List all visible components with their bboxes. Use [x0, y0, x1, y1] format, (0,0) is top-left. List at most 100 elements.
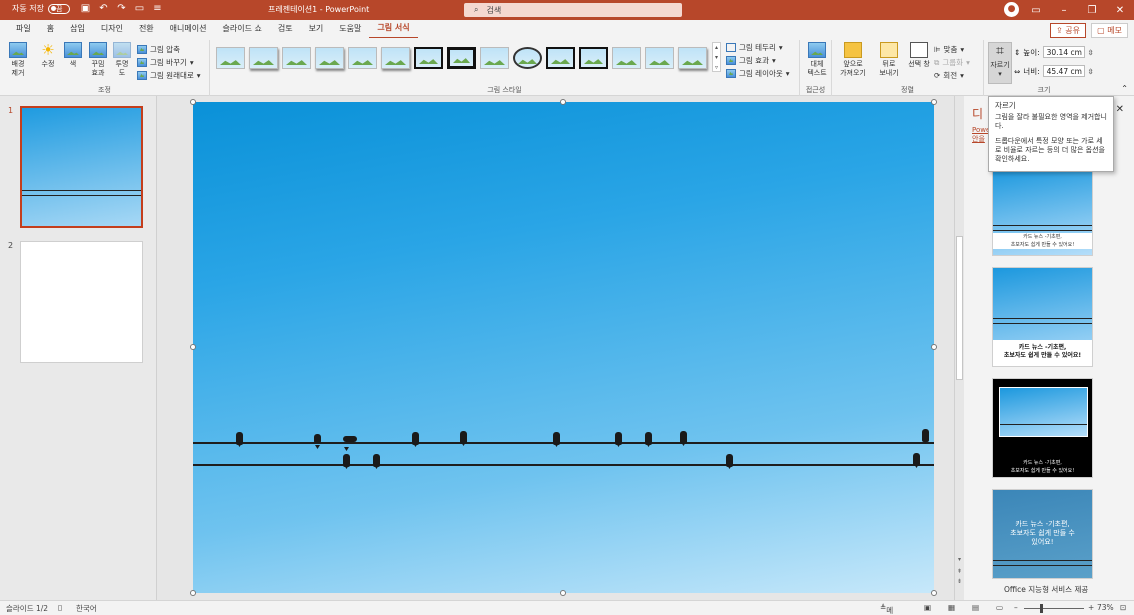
language-indicator[interactable]: 한국어 — [76, 603, 97, 614]
zoom-in-icon[interactable]: + — [1088, 603, 1094, 612]
tab-home[interactable]: 홈 — [39, 20, 62, 38]
style-thumb[interactable] — [447, 47, 476, 69]
width-input[interactable]: 45.47 cm — [1042, 65, 1085, 77]
autosave[interactable]: 자동 저장 끔 ▣ ↶ ↷ ▭ ≡ — [12, 3, 164, 14]
notes-button[interactable]: ≜ 메모 — [880, 603, 893, 615]
account-avatar[interactable]: ● — [1004, 2, 1019, 17]
search-box[interactable]: ⌕ 검색 — [464, 3, 682, 17]
save-icon[interactable]: ▣ — [78, 3, 92, 14]
alt-text-button[interactable]: 대체 텍스트 — [804, 42, 830, 78]
comments-button[interactable]: ▢ 메모 — [1091, 23, 1128, 38]
zoom-level[interactable]: 73% — [1097, 603, 1114, 612]
tab-file[interactable]: 파일 — [8, 20, 39, 38]
tab-insert[interactable]: 삽입 — [62, 20, 93, 38]
design-option-4[interactable]: 카드 뉴스 -기초편, 초보자도 쉽게 만들 수 있어요! — [992, 489, 1093, 579]
style-thumb[interactable] — [414, 47, 443, 69]
send-backward-button[interactable]: 뒤로 보내기 — [876, 42, 902, 78]
style-thumb[interactable] — [282, 47, 311, 69]
style-thumb[interactable] — [249, 47, 278, 69]
tab-help[interactable]: 도움말 — [331, 20, 369, 38]
slide-sorter-icon[interactable]: ▦ — [948, 603, 955, 612]
transparency-button[interactable]: 투명 도 — [111, 42, 133, 78]
zoom-slider[interactable] — [1024, 608, 1084, 609]
style-thumb[interactable] — [678, 47, 707, 69]
corrections-button[interactable]: ☀ 수정 — [36, 42, 60, 69]
presentation-icon[interactable]: ▭ — [132, 3, 146, 14]
scroll-down-icon[interactable]: ▾ — [955, 556, 964, 563]
redo-icon[interactable]: ↷ — [114, 3, 128, 14]
share-button[interactable]: ⇪ 공유 — [1050, 23, 1086, 38]
style-thumb[interactable] — [645, 47, 674, 69]
tab-animations[interactable]: 애니메이션 — [162, 20, 215, 38]
slide-thumbnail-1[interactable] — [20, 106, 143, 228]
style-thumb[interactable] — [579, 47, 608, 69]
next-slide-icon[interactable]: ⇟ — [955, 578, 964, 585]
change-picture-button[interactable]: 그림 바꾸기 ▾ — [137, 57, 194, 68]
style-thumb[interactable] — [612, 47, 641, 69]
style-thumb[interactable] — [381, 47, 410, 69]
align-button[interactable]: ⊫ 맞춤 ▾ — [934, 44, 964, 55]
tab-view[interactable]: 보기 — [301, 20, 332, 38]
resize-handle-n[interactable] — [560, 99, 566, 105]
resize-handle-w[interactable] — [190, 344, 196, 350]
selection-pane-button[interactable]: 선택 창 — [906, 42, 932, 69]
style-thumb[interactable] — [480, 47, 509, 69]
resize-handle-ne[interactable] — [931, 99, 937, 105]
resize-handle-s[interactable] — [560, 590, 566, 596]
style-thumb[interactable] — [216, 47, 245, 69]
crop-button[interactable]: ⌗ 자르기 ▾ — [988, 42, 1012, 84]
picture-effects-button[interactable]: 그림 효과 ▾ — [726, 55, 776, 66]
picture-layout-button[interactable]: 그림 레이아웃 ▾ — [726, 68, 790, 79]
tab-design[interactable]: 디자인 — [93, 20, 131, 38]
style-thumb[interactable] — [315, 47, 344, 69]
undo-icon[interactable]: ↶ — [96, 3, 110, 14]
resize-handle-se[interactable] — [931, 590, 937, 596]
design-option-2[interactable]: 카드 뉴스 -기초편, 초보자도 쉽게 만들 수 있어요! — [992, 267, 1093, 367]
style-thumb[interactable] — [546, 47, 575, 69]
slideshow-view-icon[interactable]: ▭ — [996, 603, 1003, 612]
zoom-out-icon[interactable]: – — [1014, 603, 1018, 612]
remove-background-button[interactable]: 배경 제거 — [6, 42, 30, 78]
scrollbar-thumb[interactable] — [956, 236, 963, 380]
width-spinner-icon[interactable]: ⇳ — [1088, 67, 1094, 76]
height-spinner-icon[interactable]: ⇳ — [1088, 48, 1094, 57]
close-icon[interactable]: ✕ — [1106, 5, 1134, 16]
close-icon[interactable]: ✕ — [1116, 104, 1124, 115]
tab-review[interactable]: 검토 — [270, 20, 301, 38]
style-thumb[interactable] — [348, 47, 377, 69]
compress-pictures-button[interactable]: 그림 압축 — [137, 44, 180, 55]
resize-handle-nw[interactable] — [190, 99, 196, 105]
group-button[interactable]: ⧉ 그룹화 ▾ — [934, 57, 970, 68]
slide-thumbnail-2[interactable] — [20, 241, 143, 363]
style-thumb[interactable] — [513, 47, 542, 69]
picture-border-button[interactable]: 그림 테두리 ▾ — [726, 42, 783, 53]
restore-icon[interactable]: ❐ — [1078, 5, 1106, 16]
tab-transitions[interactable]: 전환 — [131, 20, 162, 38]
customize-qat-icon[interactable]: ≡ — [150, 3, 164, 14]
normal-view-icon[interactable]: ▣ — [924, 603, 931, 612]
ribbon-display-icon[interactable]: ▭ — [1022, 5, 1050, 16]
design-option-3[interactable]: 카드 뉴스 -기초편, 초보자도 쉽게 만들 수 있어요! — [992, 378, 1093, 478]
bring-forward-button[interactable]: 앞으로 가져오기 — [836, 42, 870, 78]
reset-picture-button[interactable]: 그림 원래대로 ▾ — [137, 70, 201, 81]
autosave-toggle[interactable] — [47, 3, 70, 14]
zoom-slider-knob[interactable] — [1040, 604, 1043, 613]
accessibility-icon[interactable]: ▯ — [58, 603, 62, 612]
vertical-scrollbar[interactable]: ▾ ⇞ ⇟ — [954, 96, 964, 600]
minimize-icon[interactable]: – — [1050, 5, 1078, 16]
artistic-effects-button[interactable]: 꾸밈 효과 — [86, 42, 110, 78]
fit-to-window-icon[interactable]: ⊡ — [1120, 603, 1126, 612]
design-option-1[interactable]: 카드 뉴스 -기초편, 초보자도 쉽게 만들 수 있어요! — [992, 168, 1093, 256]
resize-handle-e[interactable] — [931, 344, 937, 350]
color-button[interactable]: 색 — [62, 42, 84, 69]
height-input[interactable]: 30.14 cm — [1042, 46, 1085, 58]
previous-slide-icon[interactable]: ⇞ — [955, 568, 964, 575]
tab-slideshow[interactable]: 슬라이드 쇼 — [214, 20, 269, 38]
tab-picture-format[interactable]: 그림 서식 — [369, 19, 418, 39]
ribbon-collapse-icon[interactable]: ⌃ — [1121, 84, 1128, 93]
rotate-button[interactable]: ⟳ 회전 ▾ — [934, 70, 964, 81]
gallery-scroll[interactable]: ▴ ▾ ▿ — [712, 42, 721, 72]
reading-view-icon[interactable]: ▤ — [972, 603, 979, 612]
resize-handle-sw[interactable] — [190, 590, 196, 596]
selected-picture[interactable] — [193, 102, 934, 593]
